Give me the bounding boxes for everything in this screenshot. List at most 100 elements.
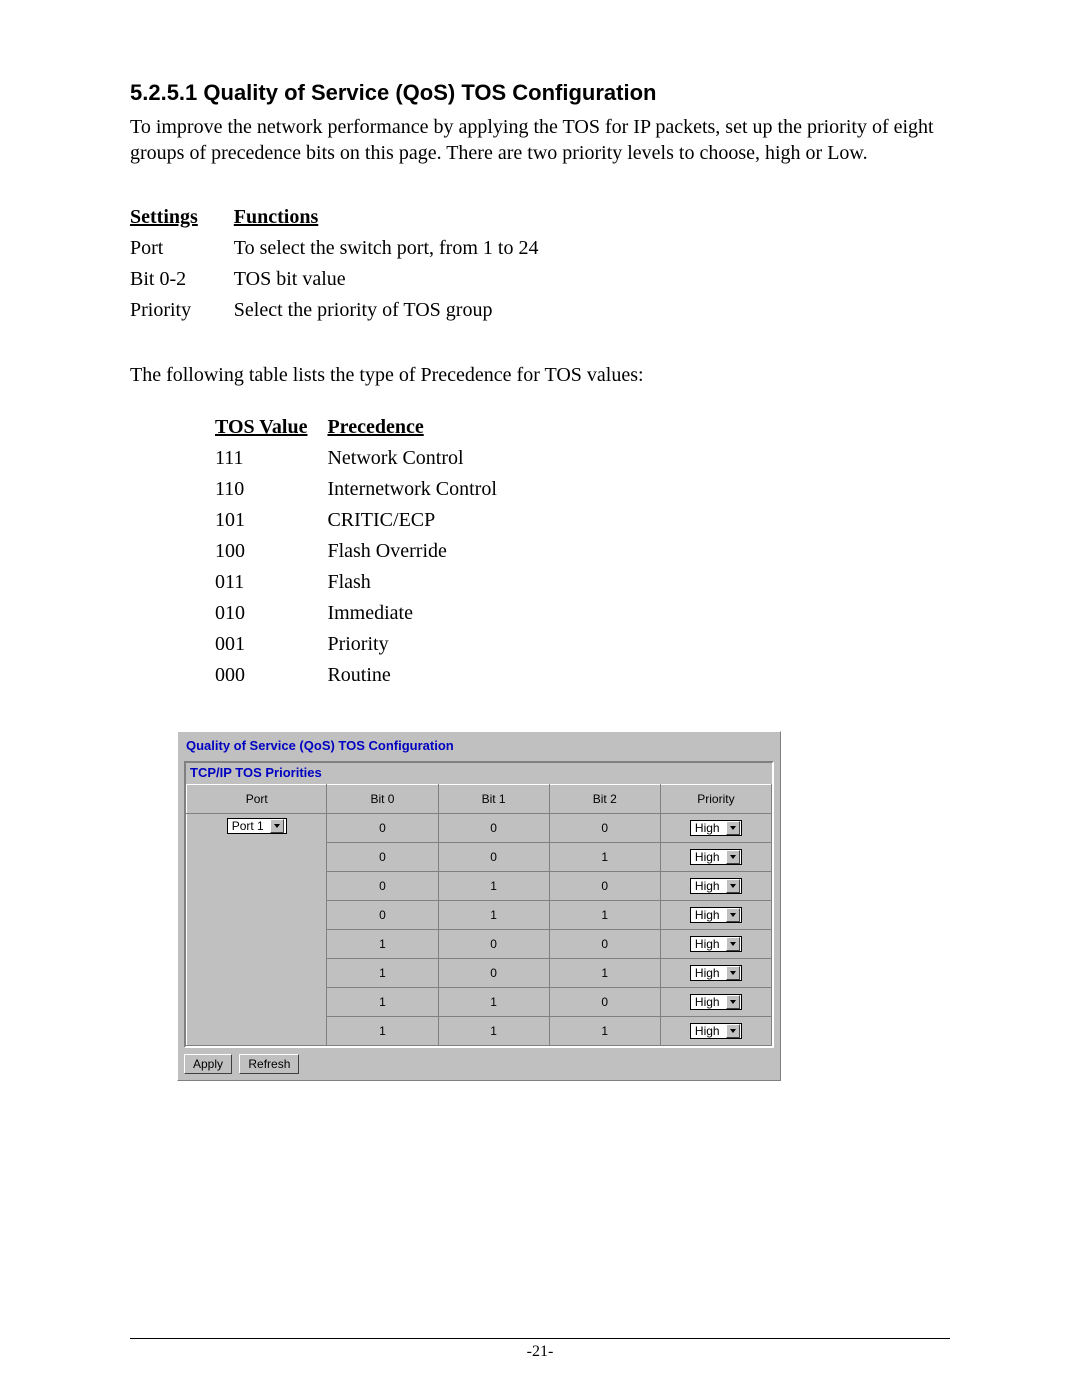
table-row: Port 1 0 0 0 High	[187, 814, 772, 843]
priority-select[interactable]: High	[690, 1023, 742, 1039]
table-row: 001Priority	[215, 629, 517, 660]
settings-table: Settings Functions Port To select the sw…	[130, 206, 574, 326]
panel-subtitle: TCP/IP TOS Priorities	[186, 763, 772, 784]
settings-func: To select the switch port, from 1 to 24	[234, 233, 575, 264]
table-row: 110Internetwork Control	[215, 474, 517, 505]
col-port: Port	[187, 785, 327, 814]
tos-table: TOS Value Precedence 111Network Control …	[215, 416, 517, 691]
priority-select[interactable]: High	[690, 820, 742, 836]
table-row: Priority Select the priority of TOS grou…	[130, 295, 574, 326]
chevron-down-icon[interactable]	[726, 937, 740, 951]
priority-select[interactable]: High	[690, 965, 742, 981]
priority-value: High	[695, 850, 726, 864]
refresh-button[interactable]: Refresh	[239, 1054, 299, 1074]
bit0-cell: 0	[327, 843, 438, 872]
bit1-cell: 1	[438, 988, 549, 1017]
col-bit0: Bit 0	[327, 785, 438, 814]
chevron-down-icon[interactable]	[726, 966, 740, 980]
tos-value: 101	[215, 505, 327, 536]
tos-precedence: Internetwork Control	[327, 474, 516, 505]
bit2-cell: 0	[549, 872, 660, 901]
bit1-cell: 0	[438, 814, 549, 843]
priority-select[interactable]: High	[690, 936, 742, 952]
bit2-cell: 1	[549, 843, 660, 872]
settings-func: TOS bit value	[234, 264, 575, 295]
tos-col-precedence: Precedence	[327, 416, 516, 443]
settings-name: Priority	[130, 295, 234, 326]
priority-value: High	[695, 879, 726, 893]
chevron-down-icon[interactable]	[726, 908, 740, 922]
tos-value: 111	[215, 443, 327, 474]
bit1-cell: 0	[438, 930, 549, 959]
panel-title: Quality of Service (QoS) TOS Configurati…	[184, 736, 774, 761]
table-row: 000Routine	[215, 660, 517, 691]
bit0-cell: 1	[327, 930, 438, 959]
settings-func: Select the priority of TOS group	[234, 295, 575, 326]
tos-precedence: CRITIC/ECP	[327, 505, 516, 536]
port-select[interactable]: Port 1	[227, 818, 287, 834]
tos-priorities-grid: Port Bit 0 Bit 1 Bit 2 Priority Port 1 0…	[186, 784, 772, 1046]
priority-value: High	[695, 937, 726, 951]
priority-select[interactable]: High	[690, 849, 742, 865]
bit2-cell: 0	[549, 930, 660, 959]
table-row: 111Network Control	[215, 443, 517, 474]
table-row: 010Immediate	[215, 598, 517, 629]
settings-name: Port	[130, 233, 234, 264]
bit0-cell: 1	[327, 1017, 438, 1046]
tos-value: 110	[215, 474, 327, 505]
col-bit1: Bit 1	[438, 785, 549, 814]
priority-select[interactable]: High	[690, 994, 742, 1010]
table-row: 011Flash	[215, 567, 517, 598]
tos-value: 000	[215, 660, 327, 691]
settings-col-settings: Settings	[130, 206, 234, 233]
bit0-cell: 1	[327, 959, 438, 988]
bit2-cell: 1	[549, 959, 660, 988]
bit1-cell: 0	[438, 843, 549, 872]
bit2-cell: 0	[549, 988, 660, 1017]
bit1-cell: 0	[438, 959, 549, 988]
settings-col-functions: Functions	[234, 206, 575, 233]
tos-precedence: Routine	[327, 660, 516, 691]
page-number: -21-	[527, 1343, 554, 1360]
table-row: 100Flash Override	[215, 536, 517, 567]
qos-config-panel: Quality of Service (QoS) TOS Configurati…	[177, 731, 781, 1081]
tos-value: 011	[215, 567, 327, 598]
tos-precedence: Priority	[327, 629, 516, 660]
priority-select[interactable]: High	[690, 878, 742, 894]
bit2-cell: 1	[549, 901, 660, 930]
chevron-down-icon[interactable]	[726, 995, 740, 1009]
bit1-cell: 1	[438, 1017, 549, 1046]
table-row: Port To select the switch port, from 1 t…	[130, 233, 574, 264]
priority-value: High	[695, 908, 726, 922]
bit1-cell: 1	[438, 872, 549, 901]
bit0-cell: 0	[327, 901, 438, 930]
table-row: 101CRITIC/ECP	[215, 505, 517, 536]
priority-value: High	[695, 995, 726, 1009]
chevron-down-icon[interactable]	[726, 879, 740, 893]
intro-paragraph: To improve the network performance by ap…	[130, 114, 950, 166]
col-priority: Priority	[660, 785, 771, 814]
tos-value: 100	[215, 536, 327, 567]
chevron-down-icon[interactable]	[726, 850, 740, 864]
bit1-cell: 1	[438, 901, 549, 930]
table-row: Bit 0-2 TOS bit value	[130, 264, 574, 295]
bit0-cell: 0	[327, 872, 438, 901]
priority-select[interactable]: High	[690, 907, 742, 923]
priority-value: High	[695, 821, 726, 835]
tos-value: 001	[215, 629, 327, 660]
tos-precedence: Network Control	[327, 443, 516, 474]
chevron-down-icon[interactable]	[270, 819, 284, 833]
bit2-cell: 1	[549, 1017, 660, 1046]
priority-value: High	[695, 1024, 726, 1038]
tos-precedence: Flash	[327, 567, 516, 598]
tos-precedence: Flash Override	[327, 536, 516, 567]
section-heading: 5.2.5.1 Quality of Service (QoS) TOS Con…	[130, 80, 950, 106]
tos-value: 010	[215, 598, 327, 629]
apply-button[interactable]: Apply	[184, 1054, 232, 1074]
col-bit2: Bit 2	[549, 785, 660, 814]
chevron-down-icon[interactable]	[726, 1024, 740, 1038]
port-select-value: Port 1	[232, 819, 270, 833]
chevron-down-icon[interactable]	[726, 821, 740, 835]
bit0-cell: 1	[327, 988, 438, 1017]
priority-value: High	[695, 966, 726, 980]
